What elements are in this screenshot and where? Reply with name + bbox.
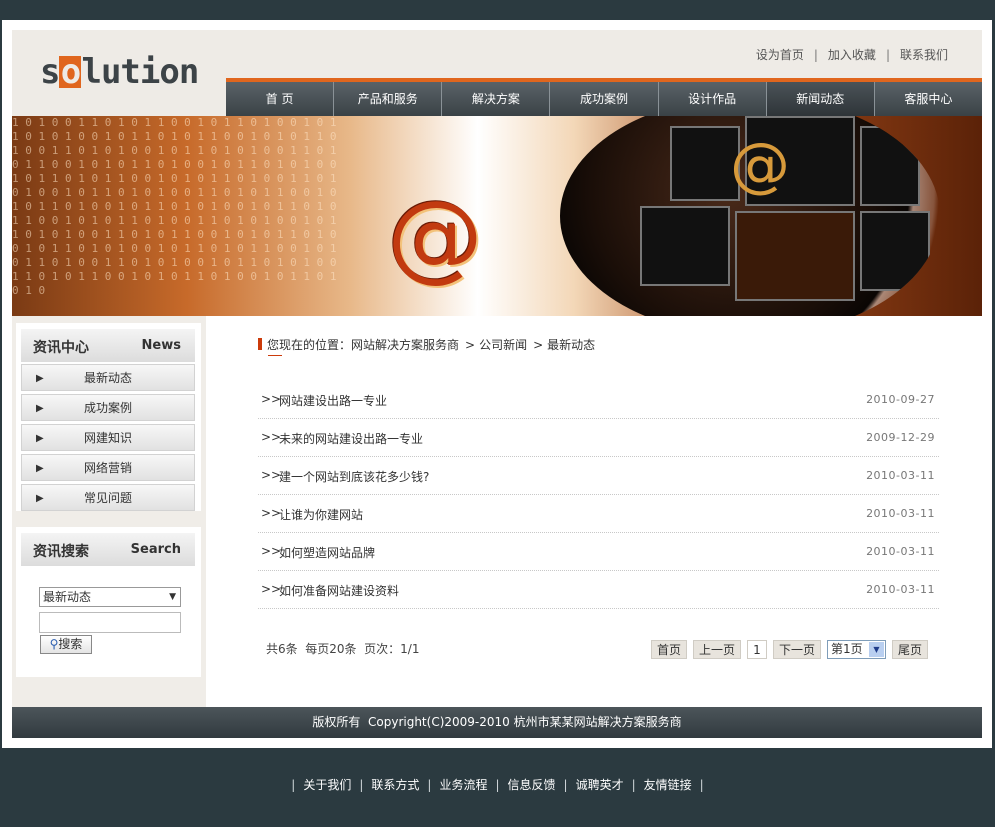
- screen-tile: [735, 211, 855, 301]
- search-category-select[interactable]: 最新动态 ▼: [39, 587, 181, 607]
- feedback-link[interactable]: 信息反馈: [508, 778, 556, 792]
- site-logo[interactable]: solution: [40, 55, 199, 89]
- dropdown-arrow-icon: ▼: [169, 592, 176, 602]
- nav-news[interactable]: 新闻动态: [765, 82, 874, 116]
- header: solution 设为首页 | 加入收藏 | 联系我们 首 页 产品和服务 解决方案 成…: [12, 30, 982, 116]
- list-item: >> 建一个网站到底该花多少钱? 2010-03-11: [258, 458, 939, 495]
- current-page: 1: [747, 640, 767, 659]
- news-date: 2010-03-11: [866, 545, 935, 558]
- left-sidebar: 资讯中心 News ▶ 最新动态 ▶ 成功案例 ▶ 网建知识 ▶ 网络营销 ▶ 常见问题 …: [12, 316, 206, 738]
- sidebar-item-latest-news[interactable]: ▶ 最新动态: [21, 364, 195, 391]
- main-nav: 首 页 产品和服务 解决方案 成功案例 设计作品 新闻动态 客服中心: [226, 78, 982, 116]
- news-title-link[interactable]: 如何塑造网站品牌: [279, 544, 375, 561]
- next-page-button[interactable]: 下一页: [773, 640, 821, 659]
- breadcrumb-underline: [268, 355, 282, 356]
- search-box-header: 资讯搜索 Search: [21, 533, 195, 566]
- list-item: >> 如何塑造网站品牌 2010-03-11: [258, 534, 939, 571]
- chevron-right-icon: ▶: [36, 373, 44, 384]
- news-title-link[interactable]: 未来的网站建设出路一专业: [279, 430, 423, 447]
- sidebar-item-web-marketing[interactable]: ▶ 网络营销: [21, 454, 195, 481]
- friend-links-link[interactable]: 友情链接: [644, 778, 692, 792]
- news-box-header: 资讯中心 News: [21, 329, 195, 362]
- page-inner: solution 设为首页 | 加入收藏 | 联系我们 首 页 产品和服务 解决方案 成…: [12, 30, 982, 738]
- screen-tile: [860, 126, 920, 206]
- news-title-link[interactable]: 建一个网站到底该花多少钱?: [279, 468, 429, 485]
- search-box: 资讯搜索 Search 最新动态 ▼ ⚲搜索: [16, 527, 201, 677]
- news-date: 2010-09-27: [866, 393, 935, 406]
- search-input[interactable]: [39, 612, 181, 633]
- footer: 版权所有 Copyright(C)2009-2010 杭州市某某网站解决方案服务…: [12, 707, 982, 738]
- search-button[interactable]: ⚲搜索: [40, 635, 92, 654]
- news-title-link[interactable]: 如何准备网站建设资料: [279, 582, 399, 599]
- chevron-right-icon: ▶: [36, 493, 44, 504]
- screen-tile: [640, 206, 730, 286]
- set-homepage-link[interactable]: 设为首页: [756, 48, 804, 62]
- last-page-button[interactable]: 尾页: [892, 640, 928, 659]
- news-category-menu: ▶ 最新动态 ▶ 成功案例 ▶ 网建知识 ▶ 网络营销 ▶ 常见问题: [21, 364, 195, 514]
- first-page-button[interactable]: 首页: [651, 640, 687, 659]
- contact-method-link[interactable]: 联系方式: [371, 778, 419, 792]
- list-item: >> 让谁为你建网站 2010-03-11: [258, 496, 939, 533]
- sidebar-item-web-knowledge[interactable]: ▶ 网建知识: [21, 424, 195, 451]
- add-favorite-link[interactable]: 加入收藏: [828, 48, 876, 62]
- banner-image: 1 0 1 0 0 1 1 0 1 0 1 1 0 0 1 0 1 1 0 1 …: [12, 116, 982, 316]
- breadcrumb-item[interactable]: 公司新闻: [479, 338, 527, 352]
- list-item: >> 如何准备网站建设资料 2010-03-11: [258, 572, 939, 609]
- breadcrumb-marker: [258, 338, 262, 350]
- breadcrumb: 您现在的位置：网站解决方案服务商 > 公司新闻 > 最新动态: [258, 336, 595, 353]
- at-symbol-screen: @: [730, 130, 790, 200]
- page-select[interactable]: 第1页 ▼: [827, 640, 886, 659]
- business-process-link[interactable]: 业务流程: [439, 778, 487, 792]
- breadcrumb-item[interactable]: 最新动态: [547, 338, 595, 352]
- at-symbol-graphic: @: [387, 180, 483, 292]
- pagination-info: 共6条 每页20条 页次：1/1: [266, 642, 420, 656]
- main-content: 您现在的位置：网站解决方案服务商 > 公司新闻 > 最新动态 >> 网站建设出路一专业 20…: [206, 316, 982, 738]
- prev-page-button[interactable]: 上一页: [693, 640, 741, 659]
- chevron-right-icon: ▶: [36, 403, 44, 414]
- list-item: >> 网站建设出路一专业 2010-09-27: [258, 382, 939, 419]
- about-us-link[interactable]: 关于我们: [303, 778, 351, 792]
- news-box-title: 资讯中心: [33, 340, 89, 356]
- breadcrumb-prefix: 您现在的位置：: [267, 338, 352, 352]
- news-title-link[interactable]: 网站建设出路一专业: [279, 392, 387, 409]
- news-box-title-en: News: [141, 338, 181, 353]
- nav-products[interactable]: 产品和服务: [333, 82, 442, 116]
- nav-design[interactable]: 设计作品: [657, 82, 766, 116]
- screen-tile: [860, 211, 930, 291]
- list-item: >> 未来的网站建设出路一专业 2009-12-29: [258, 420, 939, 457]
- top-links: 设为首页 | 加入收藏 | 联系我们: [755, 48, 948, 62]
- nav-solutions[interactable]: 解决方案: [441, 82, 550, 116]
- news-date: 2010-03-11: [866, 583, 935, 596]
- search-box-title: 资讯搜索: [33, 544, 89, 560]
- page-frame: solution 设为首页 | 加入收藏 | 联系我们 首 页 产品和服务 解决方案 成…: [2, 20, 992, 748]
- sidebar-item-success-cases[interactable]: ▶ 成功案例: [21, 394, 195, 421]
- bottom-links: | 关于我们 | 联系方式 | 业务流程 | 信息反馈 | 诚聘英才 | 友情链接 |: [291, 778, 704, 792]
- breadcrumb-item[interactable]: 网站解决方案服务商: [351, 338, 459, 352]
- news-list: >> 网站建设出路一专业 2010-09-27 >> 未来的网站建设出路一专业 2009…: [258, 382, 939, 610]
- contact-us-link[interactable]: 联系我们: [900, 48, 948, 62]
- news-date: 2009-12-29: [866, 431, 935, 444]
- chevron-right-icon: ▶: [36, 433, 44, 444]
- search-box-title-en: Search: [130, 542, 181, 557]
- nav-service[interactable]: 客服中心: [873, 82, 982, 116]
- careers-link[interactable]: 诚聘英才: [576, 778, 624, 792]
- news-date: 2010-03-11: [866, 507, 935, 520]
- news-category-box: 资讯中心 News ▶ 最新动态 ▶ 成功案例 ▶ 网建知识 ▶ 网络营销 ▶ 常见问题: [16, 323, 201, 511]
- news-title-link[interactable]: 让谁为你建网站: [279, 506, 363, 523]
- news-date: 2010-03-11: [866, 469, 935, 482]
- copyright-text: 版权所有 Copyright(C)2009-2010 杭州市某某网站解决方案服务…: [312, 715, 682, 729]
- nav-home[interactable]: 首 页: [226, 82, 334, 116]
- binary-pattern: 1 0 1 0 0 1 1 0 1 0 1 1 0 0 1 0 1 1 0 1 …: [12, 116, 337, 297]
- chevron-right-icon: ▶: [36, 463, 44, 474]
- nav-cases[interactable]: 成功案例: [549, 82, 658, 116]
- dropdown-arrow-icon: ▼: [869, 642, 884, 657]
- sidebar-item-faq[interactable]: ▶ 常见问题: [21, 484, 195, 511]
